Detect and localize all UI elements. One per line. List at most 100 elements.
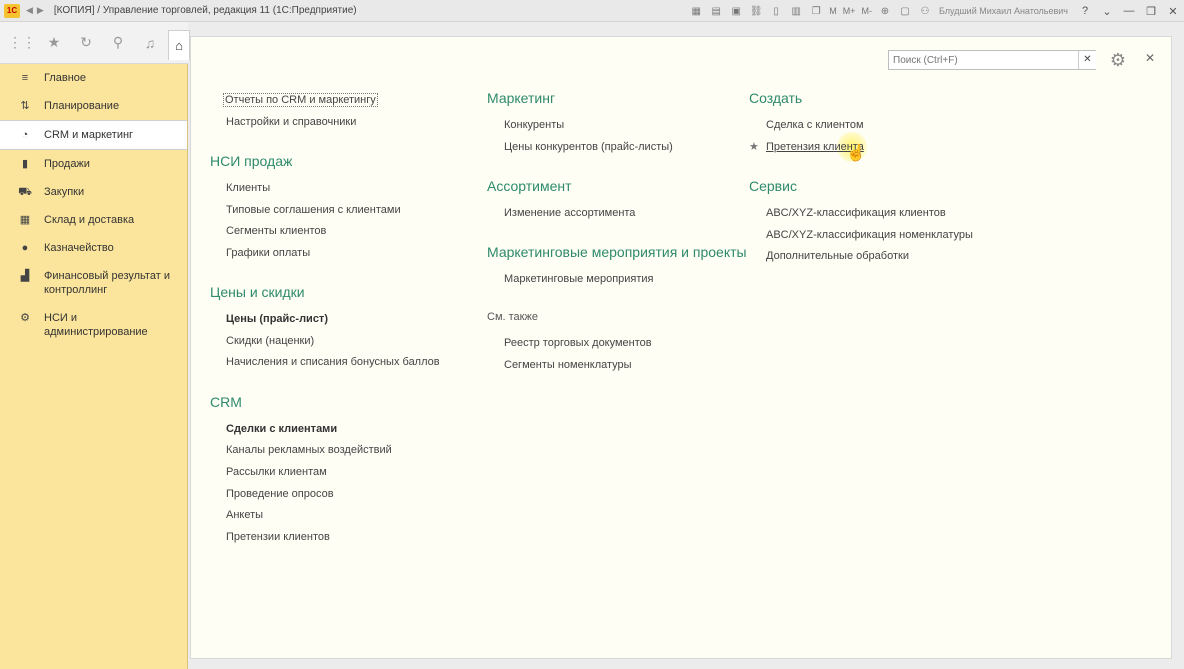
link-competitors[interactable]: Конкуренты	[504, 118, 564, 132]
sidebar-item-crm[interactable]: ◔ CRM и маркетинг	[0, 120, 187, 150]
bag-icon: ▮	[21, 158, 29, 170]
link-bonus-points[interactable]: Начисления и списания бонусных баллов	[226, 355, 440, 369]
home-icon: ⌂	[175, 38, 183, 53]
link-marketing-events[interactable]: Маркетинговые мероприятия	[504, 272, 654, 286]
forward-icon[interactable]: ▶	[37, 5, 44, 16]
cart-icon: ⛟	[18, 186, 32, 198]
menu-icon: ≡	[21, 72, 29, 84]
link-abc-clients[interactable]: ABC/XYZ-классификация клиентов	[766, 206, 946, 220]
sidebar-item-admin[interactable]: ⚙ НСИ и администрирование	[0, 304, 187, 346]
favorite-star-icon[interactable]: ★	[749, 140, 759, 153]
link-abc-items[interactable]: ABC/XYZ-классификация номенклатуры	[766, 228, 973, 242]
document-icon[interactable]: ▯	[769, 5, 783, 17]
bell-icon[interactable]: ♫	[140, 33, 160, 53]
see-also-label: См. также	[487, 311, 538, 323]
apps-grid-icon[interactable]: ⋮⋮	[8, 33, 36, 53]
chevron-down-icon[interactable]: ⌄	[1096, 5, 1118, 18]
print-icon[interactable]: ▤	[709, 5, 723, 17]
sidebar-item-finance[interactable]: ▟ Финансовый результат и контроллинг	[0, 262, 187, 304]
link-extra-processing[interactable]: Дополнительные обработки	[766, 249, 909, 263]
link-mailings[interactable]: Рассылки клиентам	[226, 465, 327, 479]
history-icon[interactable]: ↻	[76, 33, 96, 53]
sidebar-item-label: Финансовый результат и контроллинг	[44, 270, 170, 296]
link-deals[interactable]: Сделки с клиентами	[226, 422, 337, 436]
link-payment-schedules[interactable]: Графики оплаты	[226, 246, 310, 260]
window-title: [КОПИЯ] / Управление торговлей, редакция…	[53, 5, 357, 16]
sidebar-item-label: Планирование	[44, 100, 120, 112]
sidebar: ≡ Главное ⇅ Планирование ◔ CRM и маркети…	[0, 64, 188, 669]
table-icon[interactable]: ▥	[789, 5, 803, 17]
main-panel: ✕ ⚙ ✕ Отчеты по CRM и маркетингу Настрой…	[190, 36, 1172, 659]
sidebar-item-label: Склад и доставка	[44, 214, 135, 226]
sidebar-item-label: Казначейство	[44, 242, 114, 254]
warehouse-icon: ▦	[19, 214, 31, 226]
search-icon[interactable]: ⚲	[108, 33, 128, 53]
link-questionnaires[interactable]: Анкеты	[226, 508, 263, 522]
section-marketing-events: Маркетинговые мероприятия и проекты	[487, 244, 747, 260]
section-create: Создать	[749, 90, 803, 106]
back-icon[interactable]: ◀	[26, 5, 33, 16]
memory-plus-button[interactable]: M+	[843, 6, 856, 16]
link-price-list[interactable]: Цены (прайс-лист)	[226, 312, 328, 326]
user-icon: ⚇	[920, 5, 930, 17]
app-logo: 1С	[4, 3, 20, 18]
sidebar-item-purchases[interactable]: ⛟ Закупки	[0, 178, 187, 206]
link-trade-docs-registry[interactable]: Реестр торговых документов	[504, 336, 652, 350]
link-assortment-change[interactable]: Изменение ассортимента	[504, 206, 635, 220]
sidebar-item-main[interactable]: ≡ Главное	[0, 64, 187, 92]
close-window-button[interactable]: ✕	[1162, 5, 1184, 18]
section-marketing: Маркетинг	[487, 90, 556, 106]
memory-minus-button[interactable]: M-	[861, 6, 872, 16]
sidebar-item-label: Закупки	[44, 186, 85, 198]
coin-icon: ●	[21, 242, 29, 254]
link-create-deal[interactable]: Сделка с клиентом	[766, 118, 864, 132]
link-ad-channels[interactable]: Каналы рекламных воздействий	[226, 443, 392, 457]
sidebar-item-label: Продажи	[44, 158, 90, 170]
pie-chart-icon: ◔	[21, 129, 29, 141]
sidebar-toolbar: ⋮⋮ ★ ↻ ⚲ ♫	[0, 22, 188, 64]
link-crm-reports[interactable]: Отчеты по CRM и маркетингу	[223, 93, 378, 107]
link-icon[interactable]: ⛓	[749, 5, 763, 17]
col1-top-link-1-wrap: Отчеты по CRM и маркетингу	[223, 93, 378, 107]
sidebar-item-sales[interactable]: ▮ Продажи	[0, 150, 187, 178]
link-client-segments[interactable]: Сегменты клиентов	[226, 224, 326, 238]
help-icon[interactable]: ?	[1074, 5, 1096, 17]
memory-button[interactable]: M	[829, 6, 837, 16]
section-nsi-sales: НСИ продаж	[210, 153, 293, 169]
grid-icon[interactable]: ▦	[689, 5, 703, 17]
sidebar-item-label: Главное	[44, 72, 87, 84]
link-competitor-prices[interactable]: Цены конкурентов (прайс-листы)	[504, 140, 673, 154]
section-assortment: Ассортимент	[487, 178, 572, 194]
copy-icon[interactable]: ❐	[809, 5, 823, 17]
favorites-star-icon[interactable]: ★	[44, 33, 64, 53]
planning-icon: ⇅	[20, 100, 30, 112]
bar-chart-icon: ▟	[20, 270, 30, 282]
sidebar-item-warehouse[interactable]: ▦ Склад и доставка	[0, 206, 187, 234]
calc-icon[interactable]: ▢	[898, 5, 912, 17]
link-claims[interactable]: Претензии клиентов	[226, 530, 330, 544]
link-surveys[interactable]: Проведение опросов	[226, 487, 334, 501]
link-item-segments[interactable]: Сегменты номенклатуры	[504, 358, 632, 372]
section-prices: Цены и скидки	[210, 284, 305, 300]
sidebar-item-treasury[interactable]: ● Казначейство	[0, 234, 187, 262]
sidebar-item-label: CRM и маркетинг	[44, 129, 134, 141]
link-clients[interactable]: Клиенты	[226, 181, 270, 195]
settings-gear-icon[interactable]: ⚙	[1107, 49, 1129, 71]
restore-button[interactable]: ❐	[1140, 5, 1162, 18]
search-input[interactable]	[888, 50, 1096, 70]
zoom-icon[interactable]: ⊕	[878, 5, 892, 17]
close-panel-icon[interactable]: ✕	[1143, 51, 1157, 65]
sidebar-item-planning[interactable]: ⇅ Планирование	[0, 92, 187, 120]
section-crm: CRM	[210, 394, 242, 410]
link-agreements[interactable]: Типовые соглашения с клиентами	[226, 203, 401, 217]
section-service: Сервис	[749, 178, 797, 194]
save-icon[interactable]: ▣	[729, 5, 743, 17]
hand-cursor-icon: ☝	[846, 145, 866, 162]
search-clear-icon[interactable]: ✕	[1078, 51, 1096, 69]
home-tab[interactable]: ⌂	[168, 30, 190, 60]
minimize-button[interactable]: —	[1118, 5, 1140, 17]
user-name[interactable]: Блудший Михаил Анатольевич	[939, 6, 1068, 16]
link-settings[interactable]: Настройки и справочники	[226, 115, 356, 129]
sidebar-item-label: НСИ и администрирование	[44, 312, 148, 338]
link-discounts[interactable]: Скидки (наценки)	[226, 334, 314, 348]
